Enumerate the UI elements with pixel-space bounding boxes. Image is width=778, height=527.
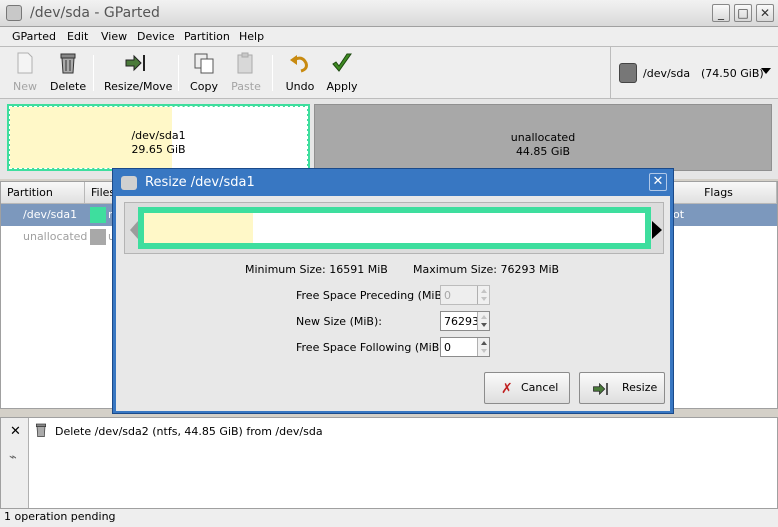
spin-up-icon[interactable] (481, 289, 487, 293)
paste-icon (237, 52, 253, 74)
partition-block-unallocated[interactable]: unallocated 44.85 GiB (314, 104, 772, 171)
free-space-following-spinner[interactable]: 0 (440, 337, 490, 357)
partition-resize-bar[interactable] (138, 207, 651, 249)
menu-edit[interactable]: Edit (67, 30, 88, 43)
toolbar-separator (93, 55, 94, 91)
window-title: /dev/sda - GParted (30, 5, 160, 21)
dialog-close-button[interactable]: ✕ (649, 173, 667, 191)
copy-button[interactable]: Copy (188, 51, 220, 95)
partition-block-size: 29.65 GiB (131, 143, 186, 156)
partition-block-sda1[interactable]: /dev/sda1 29.65 GiB (7, 104, 310, 171)
close-button[interactable]: ✕ (756, 4, 774, 22)
close-icon[interactable]: ✕ (10, 424, 21, 439)
toolbar-separator (178, 55, 179, 91)
spin-down-icon[interactable] (481, 349, 487, 353)
title-bar: /dev/sda - GParted _ □ ✕ (0, 0, 778, 27)
gparted-app-icon (6, 5, 22, 21)
free-space-following-label: Free Space Following (MiB): (296, 341, 448, 354)
device-name: /dev/sda (643, 67, 691, 80)
free-space-preceding-spinner[interactable]: 0 (440, 285, 490, 305)
spinner-value: 76293 (444, 315, 479, 328)
new-button[interactable]: New (10, 51, 40, 95)
spin-down-icon[interactable] (481, 323, 487, 327)
resize-button-label: Resize (622, 381, 658, 394)
resize-dialog: Resize /dev/sda1 ✕ Minimum Size: 16591 M… (112, 168, 674, 414)
copy-icon (194, 53, 214, 74)
partition-block-name: unallocated (510, 131, 576, 144)
toolbar: New Delete Resize/Move Copy Paste Undo A… (0, 47, 610, 99)
broom-icon[interactable]: ⌁ (9, 450, 17, 465)
trash-icon (36, 423, 46, 437)
maximum-size-label: Maximum Size: 76293 MiB (413, 263, 560, 276)
cancel-button[interactable]: ✗ Cancel (484, 372, 570, 404)
new-size-label: New Size (MiB): (296, 315, 382, 328)
operations-list: Delete /dev/sda2 (ntfs, 44.85 GiB) from … (29, 418, 777, 508)
spinner-value: 0 (444, 289, 451, 302)
gparted-app-icon (121, 176, 137, 190)
resize-visual (124, 202, 664, 254)
filesystem-color-chip (90, 207, 106, 223)
resize-move-button[interactable]: Resize/Move (104, 51, 172, 95)
undo-button[interactable]: Undo (284, 51, 316, 95)
spinner-buttons (477, 338, 489, 356)
resize-move-icon (125, 54, 145, 72)
menu-help[interactable]: Help (239, 30, 264, 43)
cancel-x-icon: ✗ (501, 381, 513, 397)
filesystem-color-chip (90, 229, 106, 245)
spin-up-icon[interactable] (481, 315, 487, 319)
menu-partition[interactable]: Partition (184, 30, 230, 43)
menu-gparted[interactable]: GParted (12, 30, 56, 43)
delete-button[interactable]: Delete (50, 51, 86, 95)
apply-button[interactable]: Apply (326, 51, 358, 95)
status-bar: 1 operation pending (0, 509, 778, 527)
maximize-button[interactable]: □ (734, 4, 752, 22)
resize-button[interactable]: Resize (579, 372, 665, 404)
menu-bar: GParted Edit View Device Partition Help (0, 27, 778, 47)
partition-cell: /dev/sda1 (23, 208, 78, 221)
pending-operations-pane: ✕ ⌁ Delete /dev/sda2 (ntfs, 44.85 GiB) f… (0, 417, 778, 509)
new-size-spinner[interactable]: 76293 (440, 311, 490, 331)
operation-text: Delete /dev/sda2 (ntfs, 44.85 GiB) from … (55, 425, 323, 438)
partition-cell: unallocated (23, 230, 88, 243)
right-resize-handle[interactable] (652, 221, 662, 239)
free-space-preceding-label: Free Space Preceding (MiB): (296, 289, 451, 302)
minimize-button[interactable]: _ (712, 4, 730, 22)
left-resize-handle[interactable] (130, 221, 138, 239)
device-size: (74.50 GiB) (701, 67, 764, 80)
partition-map: /dev/sda1 29.65 GiB unallocated 44.85 Gi… (0, 99, 778, 179)
dialog-title: Resize /dev/sda1 (145, 175, 255, 190)
partition-block-size: 44.85 GiB (515, 145, 571, 158)
resize-move-icon (593, 382, 608, 396)
spin-down-icon[interactable] (481, 297, 487, 301)
trash-icon (60, 53, 76, 74)
new-document-icon (17, 52, 33, 74)
undo-icon (290, 55, 308, 73)
dropdown-arrow-icon (761, 68, 771, 74)
operations-sidebar: ✕ ⌁ (1, 418, 29, 508)
column-header-partition[interactable]: Partition (1, 182, 85, 204)
dialog-title-bar: Resize /dev/sda1 ✕ (113, 169, 673, 196)
spinner-buttons (477, 286, 489, 304)
cancel-button-label: Cancel (521, 381, 559, 394)
menu-device[interactable]: Device (137, 30, 175, 43)
checkmark-icon (332, 53, 352, 72)
hard-disk-icon (619, 63, 637, 83)
column-header-flags[interactable]: Flags (661, 182, 777, 204)
spinner-buttons (477, 312, 489, 330)
spinner-value: 0 (444, 341, 451, 354)
minimum-size-label: Minimum Size: 16591 MiB (245, 263, 388, 276)
dialog-body: Minimum Size: 16591 MiB Maximum Size: 76… (116, 196, 670, 411)
device-selector[interactable]: /dev/sda (74.50 GiB) (610, 47, 778, 99)
partition-block-name: /dev/sda1 (131, 129, 186, 142)
paste-button[interactable]: Paste (230, 51, 262, 95)
flags-cell: ot (673, 208, 685, 221)
toolbar-separator (272, 55, 273, 91)
menu-view[interactable]: View (101, 30, 127, 43)
column-header-filesystem[interactable]: Files (85, 182, 115, 204)
spin-up-icon[interactable] (481, 341, 487, 345)
used-space-fill (144, 213, 253, 243)
